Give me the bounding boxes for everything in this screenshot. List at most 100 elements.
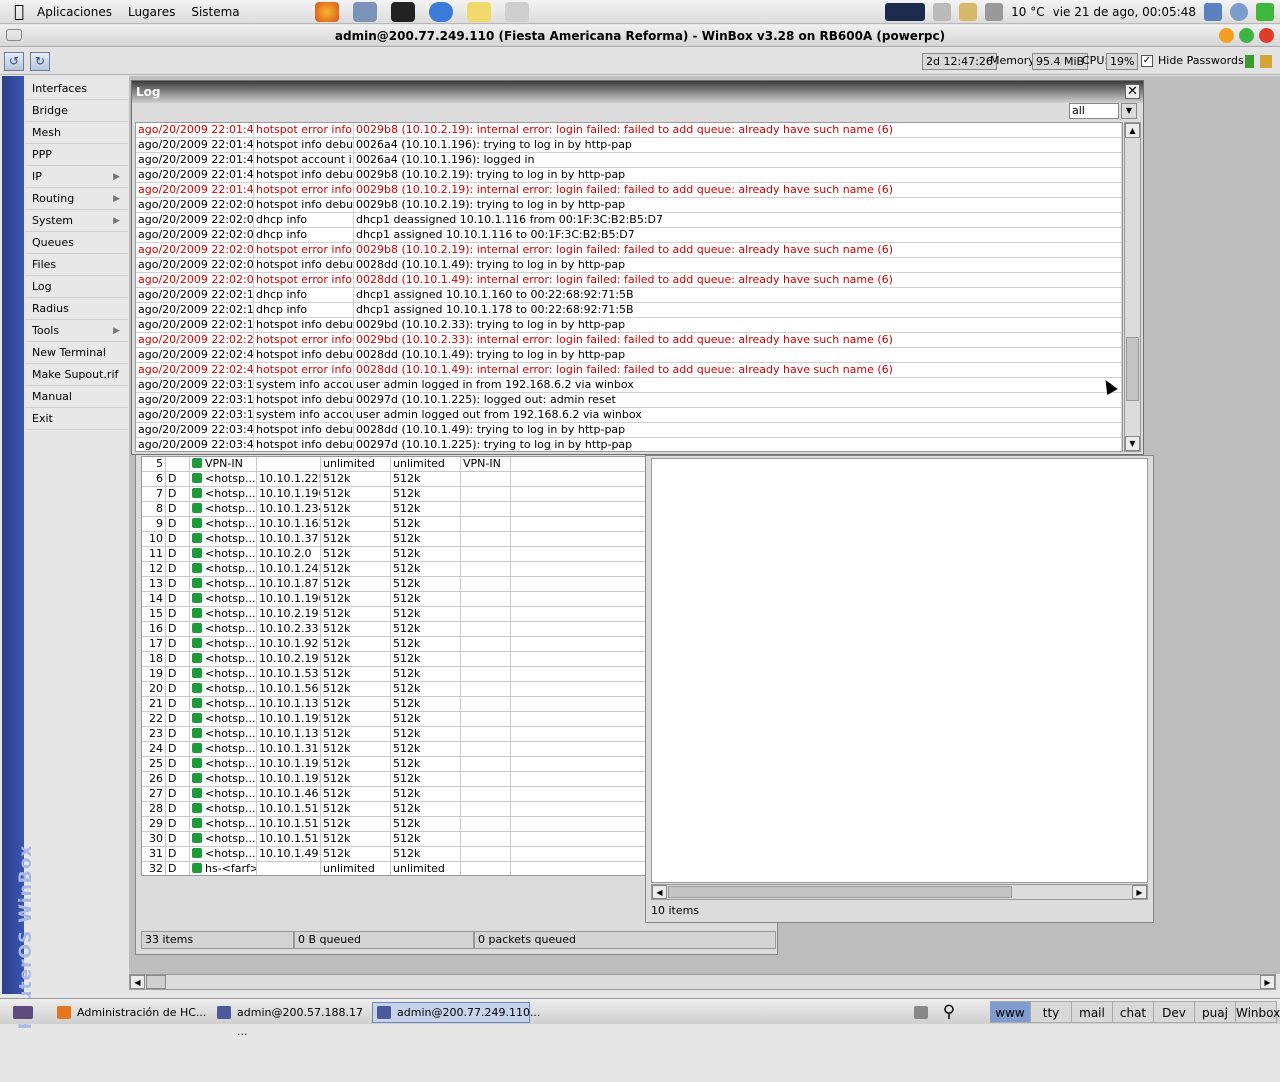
log-row[interactable]: ago/20/2009 22:03:17system info accountu… <box>136 408 1122 423</box>
taskbar-app-winbox-2[interactable]: admin@200.77.249.110... <box>372 1002 540 1023</box>
log-row[interactable]: ago/20/2009 22:01:44 hotspot info debug 00… <box>136 168 1122 183</box>
log-row[interactable]: ago/20/2009 22:02:18 hotspot info debug 00… <box>136 318 1122 333</box>
log-row[interactable]: ago/20/2009 22:02:13 dhcp info dhcp1 assig… <box>136 288 1122 303</box>
show-desktop-button[interactable] <box>8 1002 36 1023</box>
taskbar-app-administracion[interactable]: Administración de HC... <box>52 1002 208 1023</box>
runner-icon[interactable] <box>1256 3 1274 21</box>
log-row[interactable]: ago/20/2009 22:03:47 hotspot info debug 00… <box>136 438 1122 451</box>
queue-row[interactable]: 30 D <hotsp... 10.10.1.51 512k 512k <box>142 832 648 847</box>
queue-row[interactable]: 21 D <hotsp... 10.10.1.131 512k 512k <box>142 697 648 712</box>
clock[interactable]: vie 21 de ago, 00:05:48 <box>1053 5 1196 19</box>
menu-aplicaciones[interactable]: Aplicaciones <box>29 5 120 19</box>
close-button[interactable] <box>1259 28 1274 43</box>
log-row[interactable]: ago/20/2009 22:03:16system info accountu… <box>136 378 1122 393</box>
scroll-left-arrow-icon[interactable]: ◀ <box>130 975 145 989</box>
scroll-right-arrow-icon[interactable]: ▶ <box>1132 885 1147 899</box>
menu-item-log[interactable]: Log <box>25 276 128 298</box>
menu-sistema[interactable]: Sistema <box>183 5 247 19</box>
queue-row[interactable]: 28 D <hotsp... 10.10.1.51 512k 512k <box>142 802 648 817</box>
queue-row[interactable]: 24 D <hotsp... 10.10.1.31 512k 512k <box>142 742 648 757</box>
redo-button[interactable]: ↻ <box>30 52 50 71</box>
log-row[interactable]: ago/20/2009 22:02:07 hotspot info debug 00… <box>136 258 1122 273</box>
lock-icon[interactable] <box>959 3 978 21</box>
menu-item-routing[interactable]: Routing ▶ <box>25 188 128 210</box>
queue-row[interactable]: 20 D <hotsp... 10.10.1.56 512k 512k <box>142 682 648 697</box>
menu-item-ip[interactable]: IP ▶ <box>25 166 128 188</box>
workspace-winbox[interactable]: Winbox <box>1236 1001 1280 1023</box>
log-row[interactable]: ago/20/2009 22:01:44 hotspot account i...… <box>136 153 1122 168</box>
undo-button[interactable]: ↺ <box>4 52 24 71</box>
queue-row[interactable]: 19 D <hotsp... 10.10.1.53 512k 512k <box>142 667 648 682</box>
queue-row[interactable]: 27 D <hotsp... 10.10.1.46 512k 512k <box>142 787 648 802</box>
window-menu-icon[interactable] <box>6 29 22 41</box>
menu-item-bridge[interactable]: Bridge <box>25 100 128 122</box>
menu-item-radius[interactable]: Radius <box>25 298 128 320</box>
mail-launcher-icon[interactable] <box>352 1 377 22</box>
log-vertical-scrollbar[interactable]: ▲ ▼ <box>1124 122 1141 452</box>
workspace-dev[interactable]: Dev <box>1154 1001 1195 1023</box>
minimize-button[interactable] <box>1219 28 1234 43</box>
system-monitor-icon[interactable] <box>885 3 926 21</box>
chevron-down-icon[interactable]: ▼ <box>1121 103 1137 119</box>
network-icon[interactable] <box>985 3 1004 21</box>
log-row[interactable]: ago/20/2009 22:03:16 hotspot info debug 00… <box>136 393 1122 408</box>
scroll-right-arrow-icon[interactable]: ▶ <box>1260 975 1275 989</box>
log-row[interactable]: ago/20/2009 22:02:49 hotspot error info..… <box>136 363 1122 378</box>
menu-item-exit[interactable]: Exit <box>25 408 128 430</box>
queue-row[interactable]: 32 Dhs-<farf> unlimited unlimited <box>142 862 648 875</box>
settings-icon[interactable] <box>1230 3 1248 21</box>
log-row[interactable]: ago/20/2009 22:02:00 hotspot info debug 00… <box>136 198 1122 213</box>
queue-row[interactable]: 18 D <hotsp... 10.10.2.19 512k 512k <box>142 652 648 667</box>
log-scroll-thumb[interactable] <box>1126 337 1139 401</box>
queue-row[interactable]: 25 D <hotsp... 10.10.1.193 512k 512k <box>142 757 648 772</box>
terminal-launcher-icon[interactable] <box>390 1 415 22</box>
queue-row[interactable]: 6 D <hotsp... 10.10.1.225 512k 512k <box>142 472 648 487</box>
log-row[interactable]: ago/20/2009 22:02:14 dhcp info dhcp1 assig… <box>136 303 1122 318</box>
workspace-mail[interactable]: mail <box>1072 1001 1113 1023</box>
chat-launcher-icon[interactable] <box>428 1 453 22</box>
log-window-title[interactable]: Log <box>132 81 1143 103</box>
menu-item-system[interactable]: System ▶ <box>25 210 128 232</box>
queue-row[interactable]: 17 D <hotsp... 10.10.1.92 512k 512k <box>142 637 648 652</box>
notes-launcher-icon[interactable] <box>466 1 491 22</box>
maximize-button[interactable] <box>1239 28 1254 43</box>
log-filter-select[interactable]: all <box>1069 103 1119 119</box>
queue-row[interactable]: 29 D <hotsp... 10.10.1.51 512k 512k <box>142 817 648 832</box>
scroll-thumb[interactable] <box>668 886 1012 898</box>
taskbar-app-winbox-1[interactable]: admin@200.57.188.17 ... <box>212 1002 368 1038</box>
log-row[interactable]: ago/20/2009 22:02:02 dhcp info dhcp1 assig… <box>136 228 1122 243</box>
hide-passwords-checkbox[interactable]: ✓ <box>1141 55 1153 67</box>
log-row[interactable]: ago/20/2009 22:02:09 hotspot error info..… <box>136 273 1122 288</box>
log-row[interactable]: ago/20/2009 22:02:20 hotspot error info..… <box>136 333 1122 348</box>
menu-item-interfaces[interactable]: Interfaces <box>25 78 128 100</box>
log-row[interactable]: ago/20/2009 22:02:47 hotspot info debug 00… <box>136 348 1122 363</box>
log-row[interactable]: ago/20/2009 22:01:40 hotspot error info..… <box>136 123 1122 138</box>
log-row[interactable]: ago/20/2009 22:01:46 hotspot error info..… <box>136 183 1122 198</box>
queue-row[interactable]: 22 D <hotsp... 10.10.1.192 512k 512k <box>142 712 648 727</box>
desktop-icon[interactable] <box>1204 3 1222 21</box>
queue-row[interactable]: 13 D <hotsp... 10.10.1.87 512k 512k <box>142 577 648 592</box>
menu-item-make-supout-rif[interactable]: Make Supout.rif <box>25 364 128 386</box>
queue-row[interactable]: 10 D <hotsp... 10.10.1.37 512k 512k <box>142 532 648 547</box>
queue-row[interactable]: 5 VPN-IN unlimited unlimited VPN-IN <box>142 457 648 472</box>
log-close-icon[interactable]: ✕ <box>1125 84 1140 99</box>
queue-row[interactable]: 23 D <hotsp... 10.10.1.13 512k 512k <box>142 727 648 742</box>
queue-row[interactable]: 9 D <hotsp... 10.10.1.162 512k 512k <box>142 517 648 532</box>
menu-item-ppp[interactable]: PPP <box>25 144 128 166</box>
menu-item-manual[interactable]: Manual <box>25 386 128 408</box>
workspace-chat[interactable]: chat <box>1113 1001 1154 1023</box>
log-row[interactable]: ago/20/2009 22:02:02 dhcp info dhcp1 deass… <box>136 213 1122 228</box>
workspace-puaj[interactable]: puaj <box>1195 1001 1236 1023</box>
queue-row[interactable]: 16 D <hotsp... 10.10.2.33 512k 512k <box>142 622 648 637</box>
queue-row[interactable]: 7 D <hotsp... 10.10.1.196 512k 512k <box>142 487 648 502</box>
menu-lugares[interactable]: Lugares <box>120 5 183 19</box>
trash-icon[interactable] <box>910 1002 930 1023</box>
scroll-down-arrow-icon[interactable]: ▼ <box>1125 436 1140 451</box>
right-horizontal-scrollbar[interactable]: ◀ ▶ <box>651 884 1148 900</box>
log-row[interactable]: ago/20/2009 22:02:02 hotspot error info..… <box>136 243 1122 258</box>
queue-row[interactable]: 26 D <hotsp... 10.10.1.193 512k 512k <box>142 772 648 787</box>
firefox-launcher-icon[interactable] <box>314 1 339 22</box>
menu-item-new-terminal[interactable]: New Terminal <box>25 342 128 364</box>
queue-row[interactable]: 12 D <hotsp... 10.10.1.243 512k 512k <box>142 562 648 577</box>
queue-row[interactable]: 11 D <hotsp... 10.10.2.0 512k 512k <box>142 547 648 562</box>
